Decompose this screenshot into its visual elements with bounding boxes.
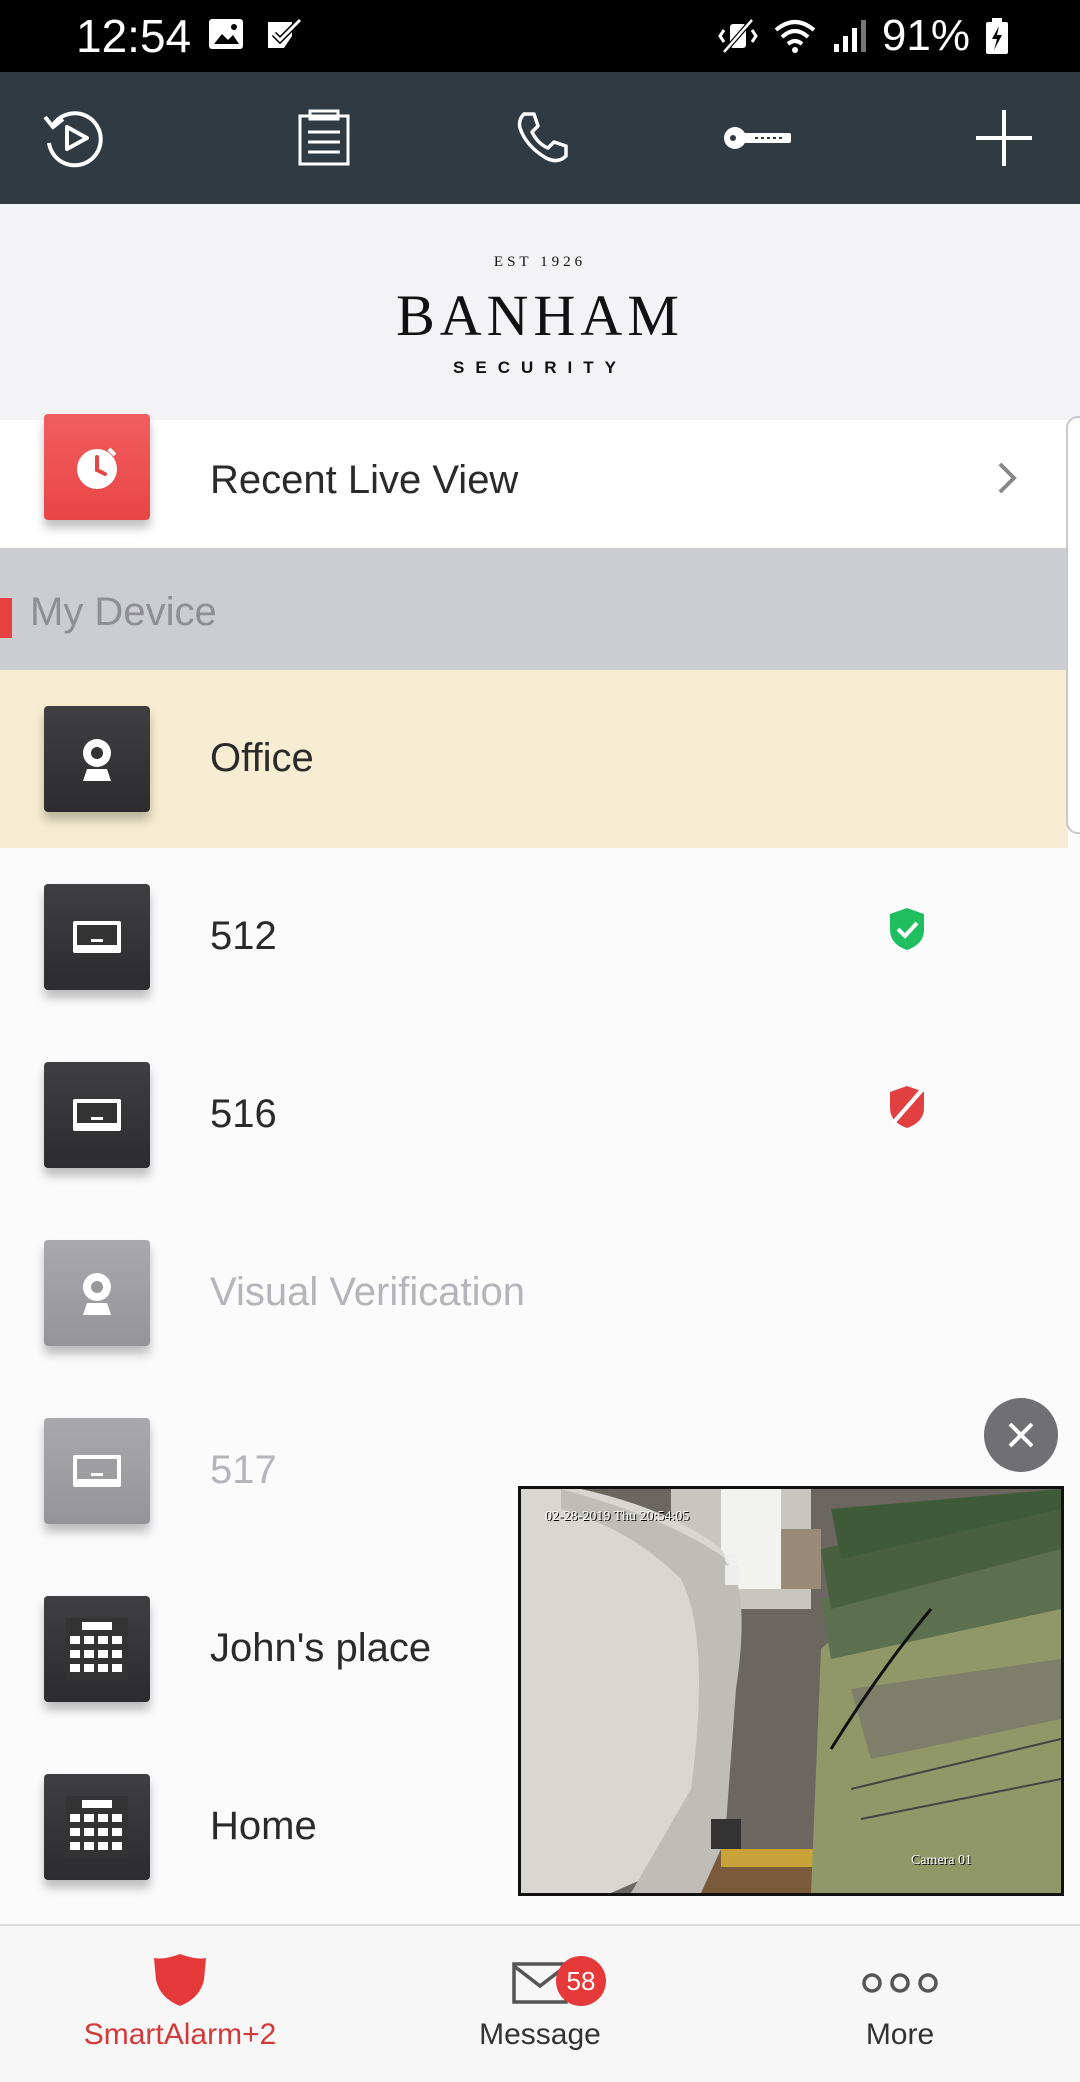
video-camera-label: Camera 01 <box>911 1853 973 1868</box>
section-title: My Device <box>30 590 217 634</box>
bottom-navigation: SmartAlarm+2 Message 58 More <box>0 1924 1080 2082</box>
nav-smartalarm[interactable]: SmartAlarm+2 <box>0 1926 360 2082</box>
status-bar: 12:54 91% <box>0 0 1080 72</box>
key-icon <box>724 127 791 149</box>
phone-icon <box>517 112 568 163</box>
side-drawer-handle[interactable] <box>1066 416 1080 834</box>
device-label: Office <box>210 736 314 780</box>
device-row-516[interactable]: 516 <box>0 1026 1068 1204</box>
device-row-512[interactable]: 512 <box>0 848 1068 1026</box>
live-video-preview[interactable]: 02-28-2019 Thu 20:54:05 Camera 01 <box>518 1486 1064 1896</box>
gallery-icon <box>209 19 243 49</box>
key-button[interactable] <box>718 98 798 178</box>
nav-message[interactable]: Message <box>360 1926 720 2082</box>
message-badge: 58 <box>556 1956 606 2006</box>
keypad-icon <box>44 1596 150 1702</box>
panel-icon <box>44 1062 150 1168</box>
replay-icon <box>43 111 103 168</box>
logo-est: EST 1926 <box>493 254 587 270</box>
battery-percent: 91% <box>881 11 970 60</box>
device-label: Home <box>210 1804 317 1848</box>
clipboard-icon <box>298 109 350 166</box>
nav-label: More <box>865 2018 935 2051</box>
shield-icon <box>154 1954 206 2006</box>
playback-button[interactable] <box>34 98 114 178</box>
brand-header: EST 1926 BANHAM SECURITY <box>0 204 1080 420</box>
call-button[interactable] <box>502 98 582 178</box>
keypad-icon <box>44 1774 150 1880</box>
recent-live-view-label: Recent Live View <box>210 458 519 502</box>
close-video-button[interactable] <box>984 1398 1058 1472</box>
device-row-visual-verification[interactable]: Visual Verification <box>0 1204 1068 1382</box>
add-button[interactable] <box>964 98 1044 178</box>
camera-icon <box>44 1240 150 1346</box>
nav-label: Message <box>479 2018 601 2051</box>
camera-feed-image <box>521 1489 1061 1893</box>
logo-name: BANHAM <box>396 283 684 348</box>
nav-label: SmartAlarm+2 <box>83 2018 277 2051</box>
device-row-office[interactable]: Office <box>0 670 1068 848</box>
device-label: 512 <box>210 914 277 958</box>
shield-check-icon <box>884 904 930 959</box>
task-icon <box>268 17 303 48</box>
device-label: Visual Verification <box>210 1270 525 1314</box>
nav-more[interactable]: More <box>720 1926 1080 2082</box>
panel-icon <box>44 1418 150 1524</box>
recent-live-view-row[interactable]: Recent Live View <box>0 414 1068 548</box>
device-label: 517 <box>210 1448 277 1492</box>
camera-icon <box>44 706 150 812</box>
chevron-right-icon <box>992 458 1022 503</box>
status-time: 12:54 <box>76 10 192 62</box>
top-toolbar <box>0 72 1080 204</box>
stopwatch-icon <box>44 414 150 520</box>
logo-sub: SECURITY <box>453 358 627 377</box>
video-timestamp: 02-28-2019 Thu 20:54:05 <box>545 1509 690 1524</box>
signal-icon <box>833 20 866 52</box>
more-icon <box>862 1973 938 1993</box>
device-label: 516 <box>210 1092 277 1136</box>
shield-off-icon <box>884 1082 930 1137</box>
section-accent-bar <box>0 598 12 638</box>
mute-icon <box>718 18 758 54</box>
panel-icon <box>44 884 150 990</box>
close-icon <box>1008 1422 1034 1448</box>
device-label: John's place <box>210 1626 432 1670</box>
wifi-icon <box>774 20 816 53</box>
section-header-my-device: My Device <box>0 548 1068 670</box>
plus-icon <box>976 110 1032 166</box>
battery-charging-icon <box>986 18 1008 54</box>
logs-button[interactable] <box>284 98 364 178</box>
